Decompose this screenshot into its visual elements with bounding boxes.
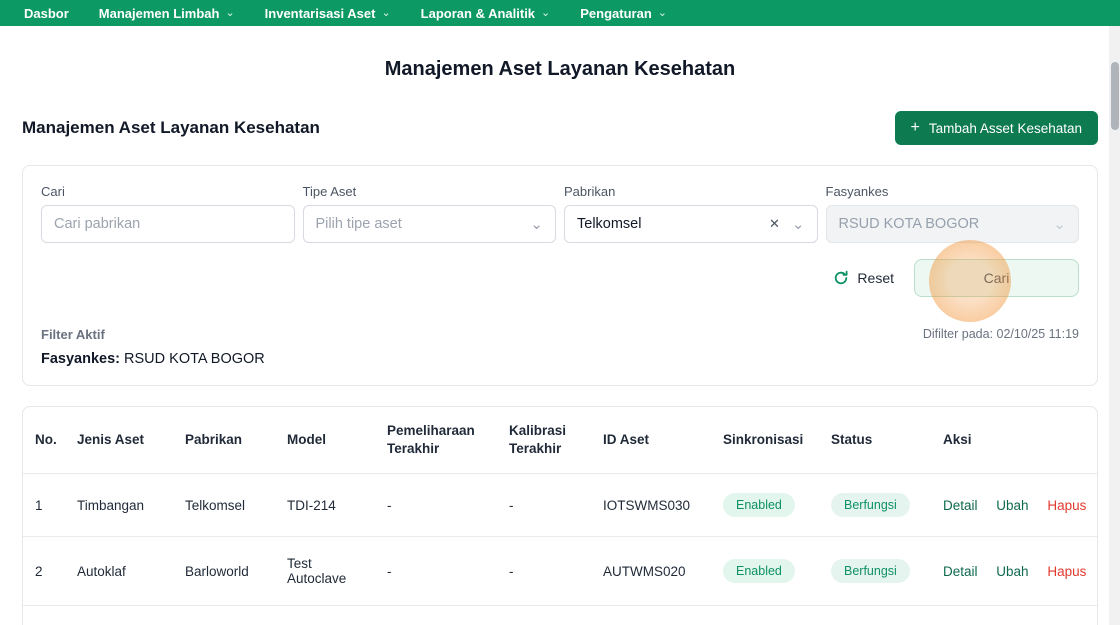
search-input[interactable] <box>54 216 282 232</box>
cell-pemeliharaan: - <box>377 605 499 625</box>
nav-item-label: Manajemen Limbah <box>98 5 220 21</box>
cell-jenis-aset: Insinerasi <box>67 605 175 625</box>
search-submit-button[interactable]: Cari <box>914 259 1079 297</box>
cell-pemeliharaan: - <box>377 536 499 606</box>
table-header-row: No. Jenis Aset Pabrikan Model Pemelihara… <box>23 407 1097 474</box>
search-label: Cari <box>41 184 65 199</box>
status-badge: Berfungsi <box>831 559 910 584</box>
asset-type-select[interactable]: Pilih tipe aset ⌄ <box>302 205 556 243</box>
facility-selected-value: RSUD KOTA BOGOR <box>838 216 980 232</box>
chevron-down-icon: ⌄ <box>1053 216 1066 233</box>
nav-item-dasbor[interactable]: Dasbor <box>24 6 69 21</box>
cell-jenis-aset: Timbangan <box>67 473 175 537</box>
column-header: Status <box>831 432 873 448</box>
clear-selection-icon[interactable]: ✕ <box>769 216 780 232</box>
nav-item-label: Pengaturan <box>580 5 652 21</box>
status-badge: Berfungsi <box>831 493 910 518</box>
nav-item-laporan-analitik[interactable]: Laporan & Analitik ⌄ <box>421 6 551 21</box>
delete-link[interactable]: Hapus <box>1047 564 1086 579</box>
cell-no: 2 <box>23 536 67 606</box>
chevron-down-icon: ⌄ <box>381 6 391 19</box>
reset-button-label: Reset <box>857 270 894 286</box>
cell-no: 3 <box>23 605 67 625</box>
nav-item-manajemen-limbah[interactable]: Manajemen Limbah ⌄ <box>99 6 235 21</box>
delete-link[interactable]: Hapus <box>1047 498 1086 513</box>
nav-item-inventarisasi-aset[interactable]: Inventarisasi Aset ⌄ <box>265 6 391 21</box>
scrollbar-thumb[interactable] <box>1110 62 1119 130</box>
chevron-down-icon: ⌄ <box>791 216 805 233</box>
table-row: 3 Insinerasi VersaCold Test Incinerator … <box>23 605 1097 625</box>
facility-label: Fasyankes <box>825 184 889 199</box>
column-header: Model <box>287 432 326 448</box>
manufacturer-select[interactable]: Telkomsel ✕ ⌄ <box>564 205 818 243</box>
edit-link[interactable]: Ubah <box>996 564 1028 579</box>
sync-badge: Enabled <box>723 559 795 584</box>
cell-id-aset: INSWMS001 <box>593 605 713 625</box>
cell-pabrikan: Barloworld <box>175 536 277 606</box>
refresh-icon <box>835 270 848 285</box>
manufacturer-selected-value: Telkomsel <box>577 216 642 232</box>
edit-link[interactable]: Ubah <box>996 498 1028 513</box>
detail-link[interactable]: Detail <box>943 498 978 513</box>
cell-no: 1 <box>23 473 67 537</box>
cell-kalibrasi: - <box>499 473 593 537</box>
page-title: Manajemen Aset Layanan Kesehatan <box>384 58 736 80</box>
search-field-group: Cari <box>41 184 295 243</box>
chevron-down-icon: ⌄ <box>657 6 667 19</box>
table-row: 1 Timbangan Telkomsel TDI-214 - - IOTSWM… <box>23 473 1097 537</box>
plus-icon: + <box>910 119 920 136</box>
asset-table-card: No. Jenis Aset Pabrikan Model Pemelihara… <box>22 406 1098 625</box>
column-header: ID Aset <box>603 432 650 448</box>
detail-link[interactable]: Detail <box>943 564 978 579</box>
nav-item-label: Laporan & Analitik <box>420 5 536 21</box>
filter-card: Cari Tipe Aset Pilih tipe aset ⌄ Pabrika… <box>22 165 1098 386</box>
column-header: Sinkronisasi <box>723 432 804 448</box>
column-header: No. <box>35 432 57 448</box>
chevron-down-icon: ⌄ <box>530 216 543 233</box>
chevron-down-icon: ⌄ <box>541 6 551 19</box>
nav-item-label: Dasbor <box>24 5 69 21</box>
sync-badge: Enabled <box>723 493 795 518</box>
cell-id-aset: AUTWMS020 <box>593 536 713 606</box>
column-header: Aksi <box>943 432 972 448</box>
asset-type-placeholder: Pilih tipe aset <box>315 216 402 232</box>
column-header: Jenis Aset <box>77 432 145 448</box>
active-filter-heading: Filter Aktif <box>41 327 105 342</box>
active-filter-block: Filter Aktif Fasyankes: RSUD KOTA BOGOR <box>41 327 265 367</box>
nav-item-pengaturan[interactable]: Pengaturan ⌄ <box>580 6 667 21</box>
facility-select-disabled: RSUD KOTA BOGOR ⌄ <box>825 205 1079 243</box>
section-title: Manajemen Aset Layanan Kesehatan <box>22 118 320 137</box>
nav-item-label: Inventarisasi Aset <box>264 5 376 21</box>
table-row: 2 Autoklaf Barloworld Test Autoclave - -… <box>23 536 1097 606</box>
active-filter-line: Fasyankes: RSUD KOTA BOGOR <box>41 351 265 367</box>
asset-type-field-group: Tipe Aset Pilih tipe aset ⌄ <box>302 184 556 243</box>
scrollbar-track[interactable] <box>1109 26 1120 625</box>
active-filter-value: RSUD KOTA BOGOR <box>124 351 265 367</box>
asset-type-label: Tipe Aset <box>302 184 357 199</box>
column-header: Pemeliharaan Terakhir <box>387 423 475 457</box>
cell-kalibrasi: - <box>499 536 593 606</box>
cell-jenis-aset: Autoklaf <box>67 536 175 606</box>
cell-kalibrasi: - <box>499 605 593 625</box>
cell-model: Test Incinerator <box>277 605 377 625</box>
cell-pabrikan: VersaCold <box>175 605 277 625</box>
asset-table: No. Jenis Aset Pabrikan Model Pemelihara… <box>23 407 1097 625</box>
cell-model: TDI-214 <box>277 473 377 537</box>
add-asset-button[interactable]: + Tambah Asset Kesehatan <box>894 111 1098 145</box>
cell-pemeliharaan: - <box>377 473 499 537</box>
cell-id-aset: IOTSWMS030 <box>593 473 713 537</box>
active-filter-key: Fasyankes: <box>41 351 120 367</box>
manufacturer-label: Pabrikan <box>564 184 616 199</box>
chevron-down-icon: ⌄ <box>225 6 235 19</box>
add-asset-button-label: Tambah Asset Kesehatan <box>928 120 1082 136</box>
facility-field-group: Fasyankes RSUD KOTA BOGOR ⌄ <box>825 184 1079 243</box>
filtered-at-timestamp: Difilter pada: 02/10/25 11:19 <box>922 327 1079 341</box>
column-header: Kalibrasi Terakhir <box>509 423 567 457</box>
cell-model: Test Autoclave <box>277 536 377 606</box>
top-navbar: Dasbor Manajemen Limbah ⌄ Inventarisasi … <box>0 0 1120 26</box>
manufacturer-field-group: Pabrikan Telkomsel ✕ ⌄ <box>564 184 818 243</box>
column-header: Pabrikan <box>185 432 243 448</box>
cell-pabrikan: Telkomsel <box>175 473 277 537</box>
reset-button[interactable]: Reset <box>833 270 894 286</box>
